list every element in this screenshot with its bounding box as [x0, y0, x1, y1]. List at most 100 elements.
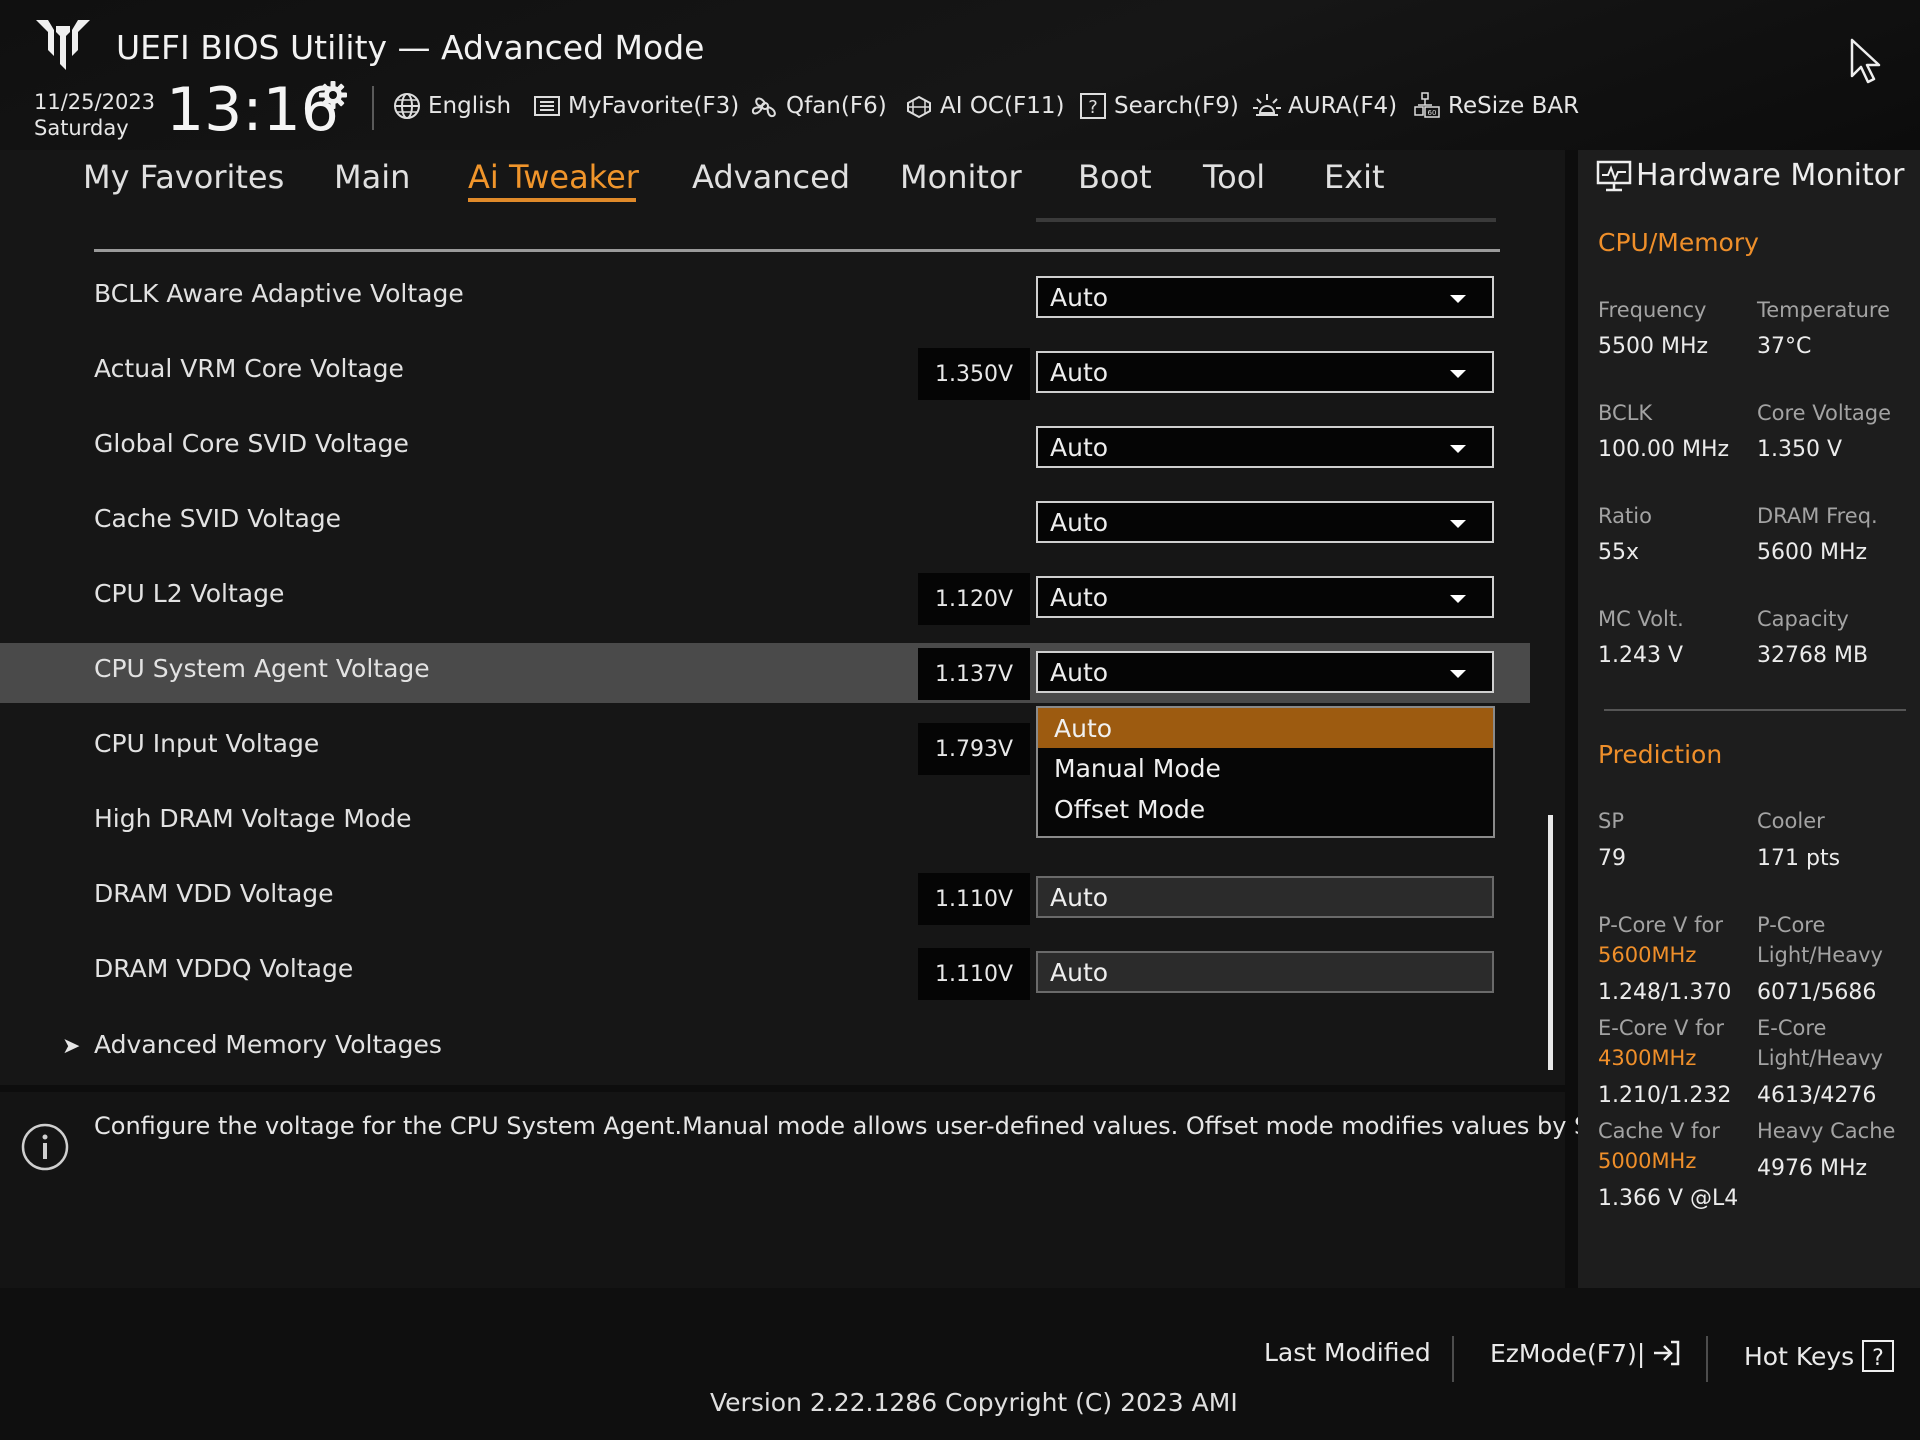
hardware-monitor-title: Hardware Monitor — [1636, 158, 1905, 193]
setting-select[interactable]: Auto — [1036, 651, 1494, 693]
setting-select[interactable]: Auto — [1036, 426, 1494, 468]
hot-keys-button[interactable]: Hot Keys ? — [1744, 1338, 1896, 1374]
bclk-value: 100.00 MHz — [1598, 437, 1730, 462]
setting-label[interactable]: High DRAM Voltage Mode — [94, 804, 411, 833]
setting-label[interactable]: DRAM VDDQ Voltage — [94, 954, 353, 983]
sp-value: 79 — [1598, 846, 1626, 871]
setting-label[interactable]: CPU L2 Voltage — [94, 579, 284, 608]
setting-label[interactable]: Cache SVID Voltage — [94, 504, 341, 533]
ezmode-button[interactable]: EzMode(F7)| — [1490, 1338, 1681, 1368]
temperature-value: 37°C — [1757, 334, 1812, 359]
tab-my-favorites[interactable]: My Favorites — [83, 158, 284, 196]
ecore-lh-value: 4613/4276 — [1757, 1083, 1877, 1108]
search-button[interactable]: ? Search(F9) — [1078, 88, 1239, 124]
cache-v-label: Cache V for — [1598, 1119, 1720, 1143]
chevron-down-icon — [1450, 295, 1466, 303]
setting-select[interactable]: Auto — [1036, 876, 1494, 918]
setting-label[interactable]: Actual VRM Core Voltage — [94, 354, 404, 383]
setting-label[interactable]: Global Core SVID Voltage — [94, 429, 409, 458]
voltage-readout: 1.350V — [918, 348, 1030, 400]
select-value: Auto — [1050, 582, 1109, 612]
bclk-label: BCLK — [1598, 401, 1653, 425]
setting-label[interactable]: CPU Input Voltage — [94, 729, 319, 758]
resize-bar-button[interactable]: 60 ReSize BAR — [1412, 88, 1579, 124]
ratio-value: 55x — [1598, 540, 1640, 565]
dropdown-option-offset-mode[interactable]: Offset Mode — [1038, 789, 1493, 829]
gear-icon[interactable] — [318, 80, 348, 110]
dram-freq-value: 5600 MHz — [1757, 540, 1868, 565]
setting-select[interactable]: Auto — [1036, 276, 1494, 318]
my-favorite-label: MyFavorite(F3) — [568, 93, 740, 119]
svg-text:?: ? — [1088, 97, 1098, 118]
cooler-label: Cooler — [1757, 809, 1825, 833]
setting-select[interactable]: Auto — [1036, 351, 1494, 393]
ecore-lh-label-2: Light/Heavy — [1757, 1046, 1883, 1070]
capacity-label: Capacity — [1757, 607, 1849, 631]
chevron-down-icon — [1450, 670, 1466, 678]
chevron-right-icon: ➤ — [62, 1034, 81, 1059]
select-value: Auto — [1050, 957, 1109, 987]
heavy-cache-label: Heavy Cache — [1757, 1119, 1896, 1143]
qfan-button[interactable]: Qfan(F6) — [750, 88, 887, 124]
aura-label: AURA(F4) — [1288, 93, 1398, 119]
ecore-lh-label: E-Core — [1757, 1016, 1827, 1040]
dropdown-option-auto[interactable]: Auto — [1038, 708, 1493, 748]
setting-select[interactable]: Auto — [1036, 951, 1494, 993]
pcore-v-freq: 5600MHz — [1598, 943, 1697, 967]
ecore-v-value: 1.210/1.232 — [1598, 1083, 1732, 1108]
ai-oc-button[interactable]: AI OC(F11) — [904, 88, 1064, 124]
my-favorite-button[interactable]: MyFavorite(F3) — [532, 88, 739, 124]
tab-advanced[interactable]: Advanced — [692, 158, 850, 196]
date-display: 11/25/2023 — [34, 90, 156, 114]
exit-arrow-icon — [1654, 1340, 1680, 1366]
mc-volt-value: 1.243 V — [1598, 643, 1684, 668]
aura-button[interactable]: AURA(F4) — [1252, 88, 1397, 124]
tab-ai-tweaker[interactable]: Ai Tweaker — [468, 158, 639, 196]
favorite-list-icon — [534, 96, 560, 116]
mc-volt-label: MC Volt. — [1598, 607, 1684, 631]
tab-boot[interactable]: Boot — [1078, 158, 1152, 196]
cooler-value: 171 pts — [1757, 846, 1841, 871]
ezmode-label: EzMode(F7)| — [1490, 1338, 1646, 1368]
pcore-v-label: P-Core V for — [1598, 913, 1723, 937]
header-divider — [372, 86, 374, 130]
chip-icon — [907, 95, 931, 119]
scrolled-item-edge — [1036, 218, 1496, 222]
help-description: Configure the voltage for the CPU System… — [94, 1112, 1639, 1140]
setting-select[interactable]: Auto — [1036, 576, 1494, 618]
clock-display: 13:16 — [166, 75, 339, 145]
setting-select[interactable]: Auto — [1036, 501, 1494, 543]
last-modified-button[interactable]: Last Modified — [1264, 1338, 1431, 1367]
ecore-v-freq: 4300MHz — [1598, 1046, 1697, 1070]
language-label: English — [428, 93, 512, 119]
setting-label[interactable]: DRAM VDD Voltage — [94, 879, 334, 908]
dram-freq-label: DRAM Freq. — [1757, 504, 1878, 528]
svg-text:?: ? — [1872, 1346, 1884, 1371]
chevron-down-icon — [1450, 595, 1466, 603]
tab-main[interactable]: Main — [334, 158, 410, 196]
tab-monitor[interactable]: Monitor — [900, 158, 1022, 196]
submenu-advanced-memory-voltages[interactable]: Advanced Memory Voltages — [94, 1030, 442, 1059]
tab-exit[interactable]: Exit — [1324, 158, 1385, 196]
footer-divider — [1452, 1336, 1454, 1382]
setting-label[interactable]: BCLK Aware Adaptive Voltage — [94, 279, 464, 308]
scrollbar-thumb[interactable] — [1548, 815, 1553, 1070]
aura-light-icon — [1253, 94, 1281, 116]
language-button[interactable]: English — [392, 88, 511, 124]
footer-divider — [1706, 1336, 1708, 1382]
search-label: Search(F9) — [1114, 93, 1239, 119]
monitor-icon — [1596, 160, 1632, 192]
cache-v-freq: 5000MHz — [1598, 1149, 1697, 1173]
last-modified-label: Last Modified — [1264, 1338, 1431, 1367]
dropdown-option-manual-mode[interactable]: Manual Mode — [1038, 748, 1493, 788]
frequency-label: Frequency — [1598, 298, 1707, 322]
pcore-lh-label: P-Core — [1757, 913, 1826, 937]
cpu-memory-heading: CPU/Memory — [1598, 228, 1759, 257]
prediction-heading: Prediction — [1598, 740, 1723, 769]
info-icon — [21, 1123, 69, 1171]
tab-tool[interactable]: Tool — [1203, 158, 1265, 196]
setting-label[interactable]: CPU System Agent Voltage — [94, 654, 430, 683]
mouse-cursor-icon — [1850, 38, 1881, 84]
voltage-readout: 1.793V — [918, 723, 1030, 775]
select-value: Auto — [1050, 882, 1109, 912]
